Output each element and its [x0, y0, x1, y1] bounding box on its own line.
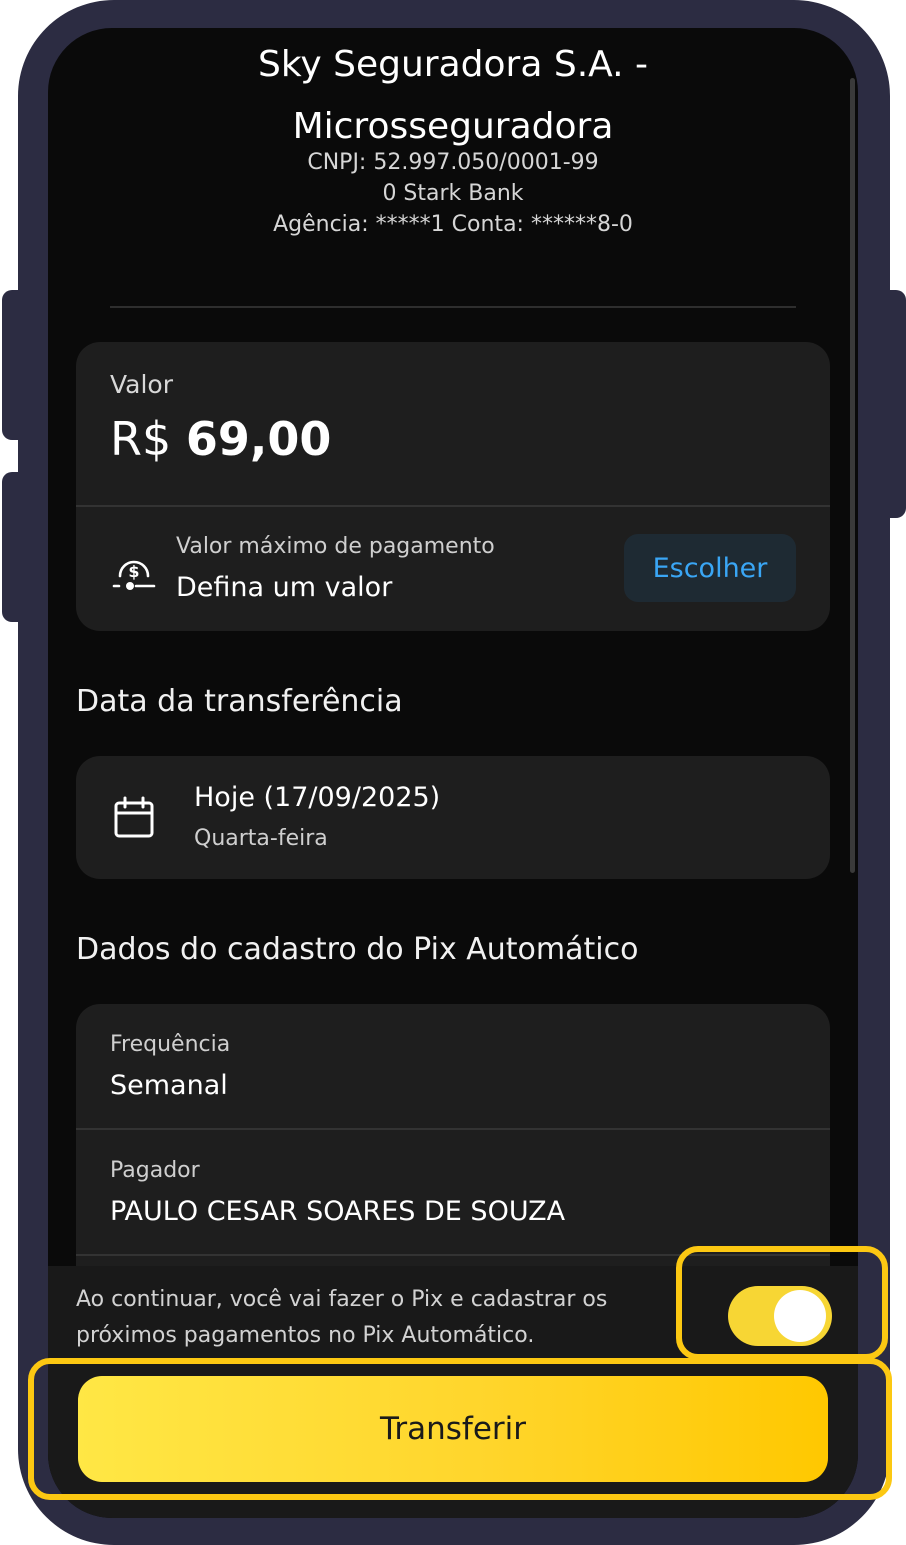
amount-divider	[76, 505, 830, 507]
svg-text:$: $	[128, 562, 139, 581]
recipient-account: Agência: *****1 Conta: ******8-0	[273, 212, 633, 237]
transfer-date-value: Hoje (17/09/2025)	[194, 782, 441, 813]
phone-power-button	[884, 290, 906, 518]
transfer-date-weekday: Quarta-feira	[194, 826, 328, 851]
amount-number: 69,00	[185, 412, 332, 466]
calendar-icon	[114, 796, 154, 838]
toggle-highlight-outline	[676, 1246, 888, 1360]
frequency-label: Frequência	[110, 1032, 231, 1057]
payer-value: PAULO CESAR SOARES DE SOUZA	[110, 1196, 566, 1227]
frequency-value: Semanal	[110, 1070, 228, 1101]
header-divider	[110, 306, 796, 308]
amount-card: Valor R$ 69,00 $ Valor máximo de pagamen…	[76, 342, 830, 631]
max-payment-icon: $	[112, 560, 156, 590]
amount-value[interactable]: R$ 69,00	[110, 412, 331, 466]
amount-label: Valor	[110, 370, 174, 399]
amount-currency: R$	[110, 412, 172, 466]
transfer-date-title: Data da transferência	[76, 684, 403, 719]
choose-max-payment-button[interactable]: Escolher	[624, 534, 796, 602]
phone-volume-up-button	[2, 290, 24, 440]
recipient-bank: 0 Stark Bank	[382, 181, 524, 206]
payer-label: Pagador	[110, 1158, 200, 1183]
recipient-cnpj: CNPJ: 52.997.050/0001-99	[307, 150, 599, 175]
max-payment-value: Defina um valor	[176, 572, 393, 603]
consent-text: Ao continuar, você vai fazer o Pix e cad…	[76, 1287, 608, 1348]
phone-volume-down-button	[2, 472, 24, 622]
pix-registration-title: Dados do cadastro do Pix Automático	[76, 932, 639, 967]
max-payment-label: Valor máximo de pagamento	[176, 534, 495, 559]
recipient-name: Sky Seguradora S.A. - Microsseguradora	[257, 44, 649, 147]
pix-row-divider	[76, 1128, 830, 1130]
transfer-button-highlight-outline	[28, 1358, 892, 1500]
transfer-date-card[interactable]: Hoje (17/09/2025) Quarta-feira	[76, 756, 830, 879]
